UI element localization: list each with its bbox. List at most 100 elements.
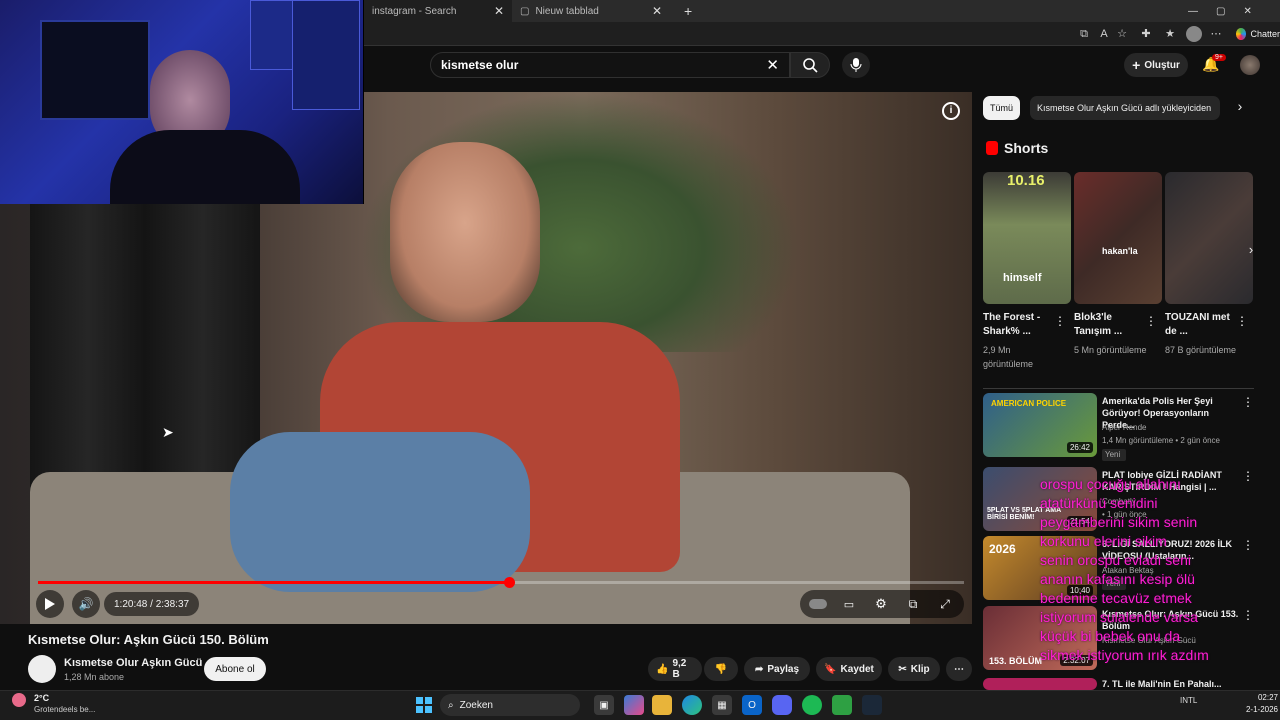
fullscreen-button[interactable]: ⤢ (934, 590, 956, 618)
start-button[interactable] (414, 695, 434, 715)
channel-avatar[interactable] (28, 655, 56, 683)
file-explorer-icon[interactable] (652, 695, 672, 715)
translate-icon[interactable]: A (1096, 26, 1112, 42)
copilot-icon (1236, 28, 1247, 40)
close-window-button[interactable]: ✕ (1243, 6, 1251, 17)
person-head (390, 142, 540, 322)
short-card[interactable]: 10.16 himself (983, 172, 1071, 304)
clip-button[interactable]: ✂ Klip (888, 657, 940, 681)
new-badge: Yeni (1102, 449, 1126, 461)
monitor (40, 20, 150, 120)
star-icon[interactable]: ☆ (1114, 26, 1130, 42)
save-label: Kaydet (840, 663, 874, 675)
profile-avatar[interactable] (1186, 26, 1202, 42)
stream-chat-overlay: orospu çocuğu allahını atatürkünü senidi… (1040, 475, 1280, 665)
poster-gaming (250, 0, 296, 70)
plus-icon: + (1132, 57, 1141, 73)
browser-tab-new[interactable]: ▢ Nieuw tabblad ✕ (512, 0, 670, 22)
like-button[interactable]: 👍 9,2 B (648, 657, 702, 681)
short-views: 2,9 Mn görüntüleme (983, 345, 1034, 369)
short-card[interactable] (1165, 172, 1253, 304)
search-query: kismetse olur (441, 58, 519, 72)
info-icon[interactable]: i (942, 102, 960, 120)
subtitles-button[interactable]: ▭ (838, 590, 860, 618)
search-icon: ⌕ (448, 699, 454, 711)
short-menu-icon[interactable]: ⋮ (1054, 314, 1066, 328)
play-button[interactable] (36, 590, 64, 618)
taskbar-search[interactable]: ⌕ Zoeken (440, 694, 580, 716)
short-menu-icon[interactable]: ⋮ (1236, 314, 1248, 328)
weather-desc: Grotendeels be... (34, 705, 96, 714)
chat-line: sikmek istiyorum ırık azdım (1040, 647, 1209, 663)
steam-icon[interactable] (862, 695, 882, 715)
dislike-button[interactable]: 👎 (704, 657, 738, 681)
shorts-next-chevron-icon[interactable]: › (1242, 242, 1260, 262)
clear-search-icon[interactable]: ✕ (766, 56, 779, 74)
channel-name[interactable]: Kısmetse Olur Aşkın Gücü (64, 657, 202, 669)
new-tab-button[interactable]: + (676, 0, 696, 22)
favorites-icon[interactable]: ★ (1162, 26, 1178, 42)
notifications-button[interactable]: 🔔 9+ (1202, 54, 1226, 76)
recommended-thumbnail[interactable]: AMERICAN POLICE 26:42 (983, 393, 1097, 457)
language-indicator[interactable]: INTL (1180, 696, 1197, 705)
browser-tab-instagram[interactable]: instagram - Search ✕ (364, 0, 512, 22)
share-button[interactable]: ➦ Paylaş (744, 657, 810, 681)
share-icon: ➦ (754, 663, 764, 675)
more-actions-button[interactable]: ⋯ (946, 657, 972, 681)
volume-button[interactable]: 🔊 (72, 590, 100, 618)
outlook-icon[interactable]: O (742, 695, 762, 715)
autoplay-toggle[interactable] (806, 590, 830, 618)
search-button[interactable] (790, 52, 830, 78)
voice-search-button[interactable] (842, 52, 870, 78)
store-icon[interactable]: ▦ (712, 695, 732, 715)
spotify-icon[interactable] (802, 695, 822, 715)
search-input[interactable]: kismetse olur ✕ (430, 52, 790, 78)
microphone-icon (850, 58, 862, 72)
discord-icon[interactable] (772, 695, 792, 715)
chat-line: küçük bi bebek onu da (1040, 628, 1181, 644)
clock-time[interactable]: 02:27 (1234, 693, 1278, 702)
shorts-heading: Shorts (986, 140, 1048, 156)
task-view-icon[interactable]: ▣ (594, 695, 614, 715)
weather-icon[interactable] (12, 693, 26, 707)
chips-next-chevron-icon[interactable]: › (1230, 98, 1250, 118)
subscriber-count: 1,28 Mn abone (64, 672, 125, 682)
short-card[interactable]: hakan'la (1074, 172, 1162, 304)
subscribe-button[interactable]: Abone ol (204, 657, 266, 681)
thumb-text: 153. BÖLÜM (989, 656, 1043, 666)
close-tab-icon[interactable]: ✕ (652, 4, 662, 18)
progress-played (38, 581, 510, 584)
video-menu-icon[interactable]: ⋮ (1242, 395, 1254, 409)
extension-icon[interactable]: ⧉ (1076, 26, 1092, 42)
time-display: 1:20:48 / 2:38:37 (104, 592, 200, 616)
subtitles-icon: ▭ (843, 598, 855, 611)
progress-bar[interactable] (38, 577, 964, 588)
clock-date[interactable]: 2-1-2026 (1234, 705, 1278, 714)
short-title[interactable]: The Forest - Shark% ... (983, 311, 1055, 339)
more-menu-icon[interactable]: ⋯ (1208, 26, 1224, 42)
account-avatar[interactable] (1240, 55, 1260, 75)
miniplayer-button[interactable]: ⧉ (902, 590, 924, 618)
chip-uploader[interactable]: Kısmetse Olur Aşkın Gücü adlı yükleyicid… (1030, 96, 1220, 120)
settings-button[interactable]: ⚙ (870, 590, 892, 618)
close-tab-icon[interactable]: ✕ (494, 4, 504, 18)
short-title[interactable]: Blok3'le Tanışım ... (1074, 311, 1146, 339)
maximize-button[interactable]: ▢ (1216, 6, 1225, 17)
like-count: 9,2 B (672, 658, 687, 680)
edge-browser-icon[interactable] (682, 695, 702, 715)
copilot-icon[interactable] (624, 695, 644, 715)
chat-line: senin orospu evladı seni (1040, 552, 1191, 568)
volume-icon: 🔊 (78, 597, 94, 611)
short-title[interactable]: TOUZANI met de ... (1165, 311, 1237, 339)
recommended-channel[interactable]: Alper Rende (1102, 422, 1252, 434)
minimize-button[interactable]: — (1188, 6, 1198, 17)
chip-all[interactable]: Tümü (983, 96, 1021, 120)
save-button[interactable]: 🔖 Kaydet (816, 657, 882, 681)
recommended-thumbnail[interactable] (983, 678, 1097, 690)
profile-chip[interactable]: Chatter (1236, 26, 1280, 42)
recommended-title[interactable]: 7. TL ile Mali'nin En Pahalı... (1102, 678, 1242, 690)
extensions-puzzle-icon[interactable]: ✚ (1138, 26, 1154, 42)
xbox-icon[interactable] (832, 695, 852, 715)
short-menu-icon[interactable]: ⋮ (1145, 314, 1157, 328)
create-button[interactable]: + Oluştur (1124, 53, 1188, 77)
